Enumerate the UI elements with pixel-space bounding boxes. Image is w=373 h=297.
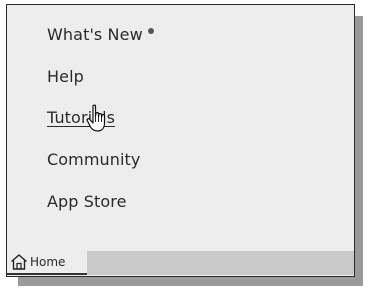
menu-item-whats-new[interactable]: What's New <box>47 25 154 44</box>
bottom-tab-bar: Home <box>7 251 354 275</box>
tab-home[interactable]: Home <box>7 251 87 275</box>
new-indicator-dot <box>147 28 154 34</box>
menu-item-help[interactable]: Help <box>47 67 84 86</box>
menu-item-label: App Store <box>47 192 127 211</box>
tab-home-label: Home <box>30 255 66 269</box>
menu-item-label: Tutorials <box>47 108 116 127</box>
menu-item-label: What's New <box>47 25 143 44</box>
menu-item-tutorials[interactable]: Tutorials <box>47 108 115 127</box>
menu-item-label: Community <box>47 150 141 169</box>
start-panel: What's New Help Tutorials Community App … <box>6 4 355 277</box>
menu-item-label: Help <box>47 67 84 86</box>
menu-item-app-store[interactable]: App Store <box>47 192 127 211</box>
menu-item-community[interactable]: Community <box>47 150 141 169</box>
home-icon <box>10 253 28 271</box>
